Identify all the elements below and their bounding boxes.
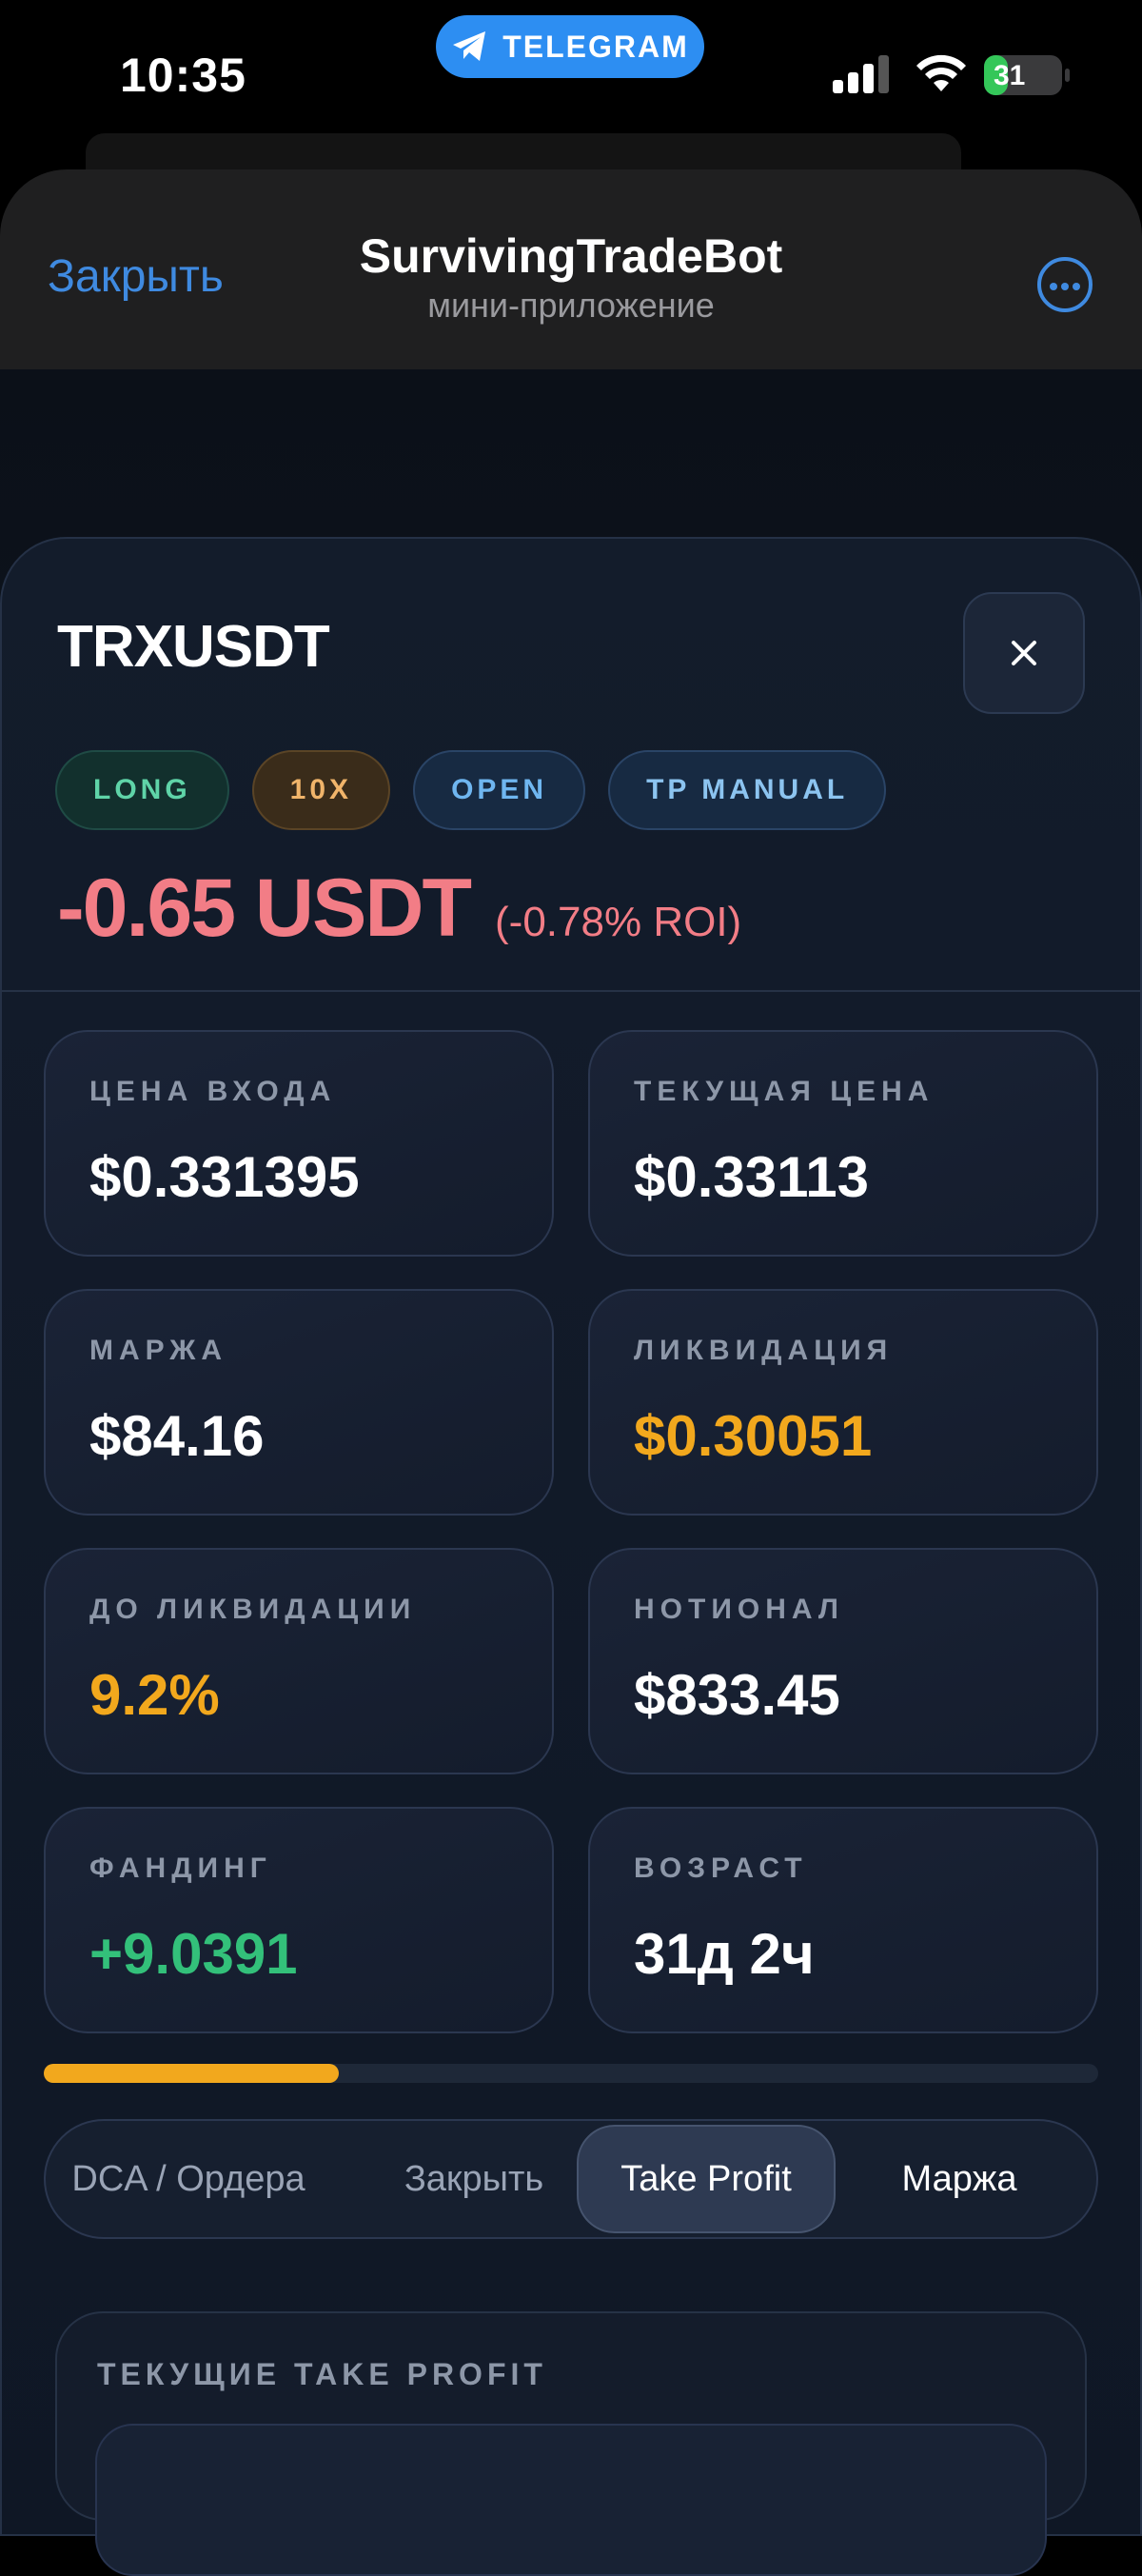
stat-card-to-liquidation: ДО ЛИКВИДАЦИИ 9.2% <box>44 1548 554 1774</box>
tag-leverage: 10X <box>251 750 391 830</box>
stat-label: ФАНДИНГ <box>89 1853 272 1884</box>
tag-long: LONG <box>55 750 229 830</box>
stat-card-age: ВОЗРАСТ 31д 2ч <box>588 1807 1098 2033</box>
status-time: 10:35 <box>120 49 246 102</box>
stat-card-current-price: ТЕКУЩАЯ ЦЕНА $0.33113 <box>588 1030 1098 1257</box>
more-options-icon[interactable] <box>1037 257 1093 312</box>
stat-card-margin: МАРЖА $84.16 <box>44 1289 554 1516</box>
pnl-row: -0.65 USDT (-0.78% ROI) <box>57 862 741 956</box>
bot-subtitle: мини-приложение <box>427 286 715 325</box>
telegram-label: TELEGRAM <box>502 29 689 64</box>
telegram-icon <box>453 31 486 61</box>
cellular-signal-icon <box>833 55 889 93</box>
telegram-pill[interactable]: TELEGRAM <box>436 15 704 78</box>
stat-card-funding: ФАНДИНГ +9.0391 <box>44 1807 554 2033</box>
pnl-value: -0.65 USDT <box>57 862 472 954</box>
stat-label: МАРЖА <box>89 1335 228 1366</box>
bot-title: SurvivingTradeBot <box>359 229 783 283</box>
progress-fill <box>44 2064 340 2083</box>
stat-label: ЛИКВИДАЦИЯ <box>634 1335 894 1366</box>
stats-grid: ЦЕНА ВХОДА $0.331395 ТЕКУЩАЯ ЦЕНА $0.331… <box>44 1030 1098 2033</box>
stat-value: $833.45 <box>634 1663 840 1727</box>
stat-label: ТЕКУЩАЯ ЦЕНА <box>634 1076 935 1107</box>
stat-value: $0.30051 <box>634 1404 873 1468</box>
stat-value: +9.0391 <box>89 1922 298 1986</box>
battery-icon: 31 <box>984 55 1070 95</box>
roi-value: (-0.78% ROI) <box>495 899 742 945</box>
tab-dca-orders[interactable]: DCA / Ордера <box>46 2121 331 2237</box>
close-sheet-button[interactable] <box>963 592 1085 714</box>
telegram-header: Закрыть SurvivingTradeBot мини-приложени… <box>0 169 1142 371</box>
tag-status: OPEN <box>413 750 586 830</box>
stat-card-entry-price: ЦЕНА ВХОДА $0.331395 <box>44 1030 554 1257</box>
stat-card-liquidation: ЛИКВИДАЦИЯ $0.30051 <box>588 1289 1098 1516</box>
stat-card-notional: НОТИОНАЛ $833.45 <box>588 1548 1098 1774</box>
action-tabs: DCA / Ордера Закрыть Take Profit Маржа <box>44 2119 1098 2239</box>
stat-label: НОТИОНАЛ <box>634 1594 844 1625</box>
stat-value: 9.2% <box>89 1663 220 1727</box>
stat-value: $0.33113 <box>634 1145 869 1209</box>
take-profit-list <box>95 2424 1047 2576</box>
take-profit-section: ТЕКУЩИЕ TAKE PROFIT <box>55 2311 1087 2576</box>
tab-margin[interactable]: Маржа <box>836 2121 1083 2237</box>
stat-value: $0.331395 <box>89 1145 360 1209</box>
stat-label: ДО ЛИКВИДАЦИИ <box>89 1594 417 1625</box>
pair-title: TRXUSDT <box>57 614 330 680</box>
stat-value: $84.16 <box>89 1404 265 1468</box>
tag-tp-mode: TP MANUAL <box>608 750 887 830</box>
position-tags: LONG 10X OPEN TP MANUAL <box>55 750 887 830</box>
divider <box>0 990 1142 992</box>
wifi-icon <box>916 54 966 91</box>
stat-label: ЦЕНА ВХОДА <box>89 1076 337 1107</box>
status-bar: 10:35 TELEGRAM 31 <box>0 0 1142 143</box>
battery-percent: 31 <box>994 60 1026 91</box>
close-icon <box>1012 641 1036 665</box>
stat-label: ВОЗРАСТ <box>634 1853 808 1884</box>
tab-close[interactable]: Закрыть <box>331 2121 617 2237</box>
take-profit-header: ТЕКУЩИЕ TAKE PROFIT <box>97 2357 547 2391</box>
tab-take-profit[interactable]: Take Profit <box>577 2125 836 2233</box>
stat-value: 31д 2ч <box>634 1922 815 1986</box>
liquidation-progress <box>44 2064 1098 2083</box>
